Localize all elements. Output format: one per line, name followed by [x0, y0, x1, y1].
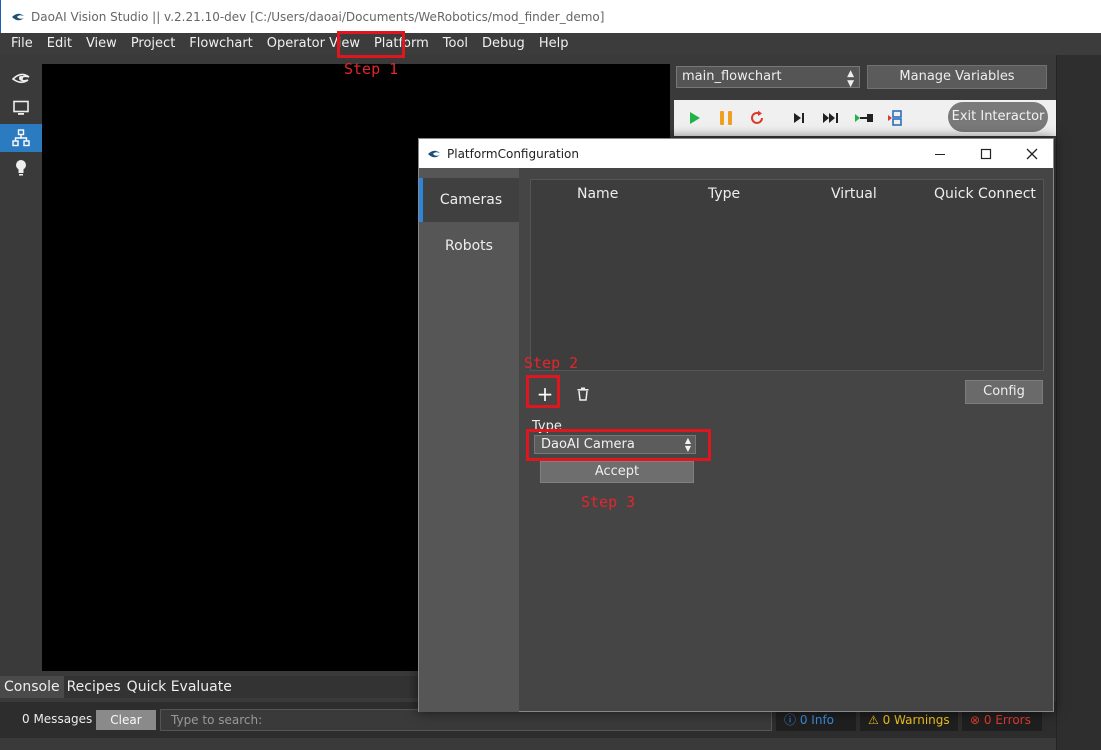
- menu-edit[interactable]: Edit: [40, 33, 79, 55]
- tips-view-button[interactable]: [0, 154, 42, 182]
- accept-button[interactable]: Accept: [540, 461, 694, 483]
- tab-console[interactable]: Console: [0, 676, 64, 698]
- info-filter-button[interactable]: ⓘ 0 Info: [776, 709, 856, 731]
- play-icon: [690, 112, 700, 124]
- step1-highlight: [337, 31, 405, 58]
- warnings-count: 0 Warnings: [882, 713, 950, 727]
- vision-view-button[interactable]: [0, 64, 42, 92]
- step2-highlight: [526, 375, 560, 408]
- tab-robots[interactable]: Robots: [419, 224, 519, 268]
- lightbulb-icon: [16, 160, 26, 176]
- play-button[interactable]: [684, 108, 704, 128]
- maximize-button[interactable]: [963, 139, 1009, 168]
- monitor-icon: [13, 100, 29, 115]
- close-icon: [1026, 148, 1038, 159]
- run-to-node-icon: [855, 114, 873, 122]
- error-icon: ⊗: [970, 713, 981, 727]
- run-to-node-button[interactable]: [854, 108, 874, 128]
- info-count: 0 Info: [799, 713, 835, 727]
- pause-button[interactable]: [716, 108, 736, 128]
- dialog-sidebar: Cameras Robots: [419, 168, 519, 712]
- menu-view[interactable]: View: [79, 33, 124, 55]
- maximize-icon: [980, 148, 992, 159]
- manage-variables-button[interactable]: Manage Variables: [867, 65, 1047, 89]
- message-count: 0 Messages: [22, 712, 93, 726]
- errors-filter-button[interactable]: ⊗ 0 Errors: [962, 709, 1042, 731]
- info-icon: ⓘ: [784, 713, 797, 727]
- restart-icon: [751, 110, 763, 124]
- monitor-view-button[interactable]: [0, 94, 42, 122]
- eye-icon: [11, 73, 30, 84]
- console-search-input[interactable]: Type to search:: [160, 709, 772, 731]
- step1-label: Step 1: [344, 60, 399, 78]
- debug-node-button[interactable]: [886, 108, 906, 128]
- clear-button[interactable]: Clear: [96, 710, 156, 730]
- debug-node-icon: [888, 110, 902, 126]
- step3-label: Step 3: [581, 493, 636, 511]
- warnings-filter-button[interactable]: ⚠ 0 Warnings: [860, 709, 958, 731]
- restart-button[interactable]: [747, 108, 767, 128]
- camera-table[interactable]: Name Type Virtual Quick Connect: [530, 179, 1044, 371]
- menu-project[interactable]: Project: [124, 33, 182, 55]
- network-icon: [12, 129, 30, 147]
- errors-count: 0 Errors: [983, 713, 1031, 727]
- step-button[interactable]: [789, 108, 809, 128]
- menu-tool[interactable]: Tool: [436, 33, 475, 55]
- flowchart-view-button[interactable]: [0, 124, 42, 152]
- fast-forward-button[interactable]: [821, 108, 841, 128]
- column-header-virtual[interactable]: Virtual: [831, 186, 877, 202]
- step3-highlight: [526, 429, 711, 461]
- menu-help[interactable]: Help: [532, 33, 576, 55]
- app-logo-icon: [428, 150, 440, 157]
- pause-icon: [720, 111, 732, 125]
- step2-label: Step 2: [524, 354, 579, 372]
- column-header-name[interactable]: Name: [577, 186, 618, 202]
- menu-flowchart[interactable]: Flowchart: [182, 33, 259, 55]
- tab-quick-evaluate[interactable]: Quick Evaluate: [124, 676, 235, 698]
- app-logo-icon: [12, 13, 24, 20]
- window-title-bar: DaoAI Vision Studio || v.2.21.10-dev [C:…: [0, 0, 1101, 33]
- spin-arrows-icon: ▲ ▼: [847, 69, 854, 89]
- minimize-icon: [935, 153, 945, 155]
- flowchart-select-value: main_flowchart: [682, 69, 782, 84]
- flowchart-select[interactable]: main_flowchart ▲ ▼: [676, 66, 860, 89]
- warning-icon: ⚠: [868, 713, 879, 727]
- delete-camera-button[interactable]: [571, 381, 595, 407]
- dialog-title-bar[interactable]: PlatformConfiguration: [419, 139, 1053, 168]
- right-side-panel: [1056, 55, 1101, 750]
- console-tab-bar: Console Recipes Quick Evaluate: [0, 676, 420, 698]
- trash-icon: [577, 387, 589, 401]
- fast-forward-icon: [823, 113, 838, 123]
- minimize-button[interactable]: [917, 139, 963, 168]
- config-button[interactable]: Config: [965, 380, 1043, 404]
- window-title: DaoAI Vision Studio || v.2.21.10-dev [C:…: [31, 9, 605, 24]
- column-header-quick-connect[interactable]: Quick Connect: [934, 186, 1036, 202]
- platform-configuration-dialog: PlatformConfiguration Cameras Robots Nam…: [418, 138, 1054, 712]
- menu-bar: File Edit View Project Flowchart Operato…: [0, 33, 1101, 55]
- exit-interactor-button[interactable]: Exit Interactor: [948, 102, 1048, 132]
- tab-cameras[interactable]: Cameras: [419, 178, 519, 222]
- tab-recipes[interactable]: Recipes: [64, 676, 124, 698]
- menu-file[interactable]: File: [0, 33, 40, 55]
- dialog-title: PlatformConfiguration: [447, 146, 579, 161]
- left-toolbar: [0, 60, 42, 750]
- step-forward-icon: [794, 113, 804, 123]
- column-header-type[interactable]: Type: [708, 186, 740, 202]
- menu-debug[interactable]: Debug: [475, 33, 532, 55]
- close-button[interactable]: [1009, 139, 1055, 168]
